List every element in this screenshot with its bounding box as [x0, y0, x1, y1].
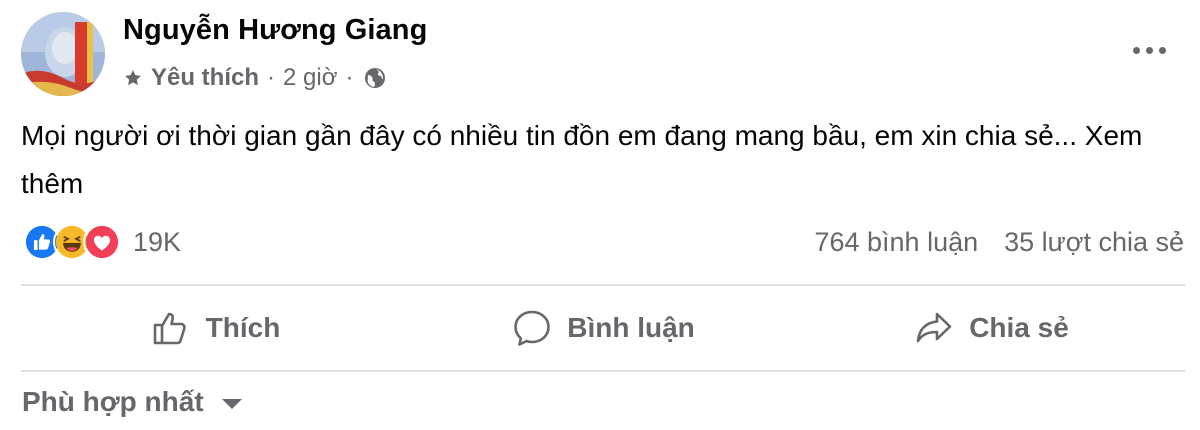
like-button[interactable]: Thích — [21, 288, 409, 368]
post-meta: Yêu thích · 2 giờ · — [123, 61, 387, 95]
meta-separator: · — [267, 64, 276, 91]
action-bar: Thích Bình luận Chia sẻ — [21, 288, 1185, 368]
star-icon — [125, 70, 141, 86]
reaction-count[interactable]: 19K — [133, 227, 181, 258]
globe-icon — [365, 68, 386, 88]
divider — [21, 284, 1185, 286]
avatar-image — [21, 12, 105, 96]
more-dot-icon — [1158, 46, 1166, 54]
comment-icon — [514, 310, 551, 346]
comment-count[interactable]: 764 bình luận — [814, 227, 978, 258]
author-name[interactable]: Nguyễn Hương Giang — [123, 14, 427, 47]
share-label: Chia sẻ — [969, 312, 1069, 343]
like-label: Thích — [205, 312, 281, 343]
audience-label[interactable]: Yêu thích — [151, 64, 259, 92]
comment-label: Bình luận — [567, 312, 695, 343]
avatar[interactable] — [21, 12, 105, 96]
sort-label: Phù hợp nhất — [22, 386, 204, 417]
post-stats: 764 bình luận 35 lượt chia sẻ — [814, 222, 1184, 262]
caret-down-icon — [221, 399, 242, 409]
comment-button[interactable]: Bình luận — [409, 288, 797, 368]
post-text: Mọi người ơi thời gian gần đây có nhiều … — [21, 112, 1181, 208]
divider — [21, 370, 1185, 372]
more-dot-icon — [1132, 46, 1140, 54]
more-options-button[interactable] — [1127, 38, 1171, 62]
share-count[interactable]: 35 lượt chia sẻ — [1004, 227, 1184, 258]
share-button[interactable]: Chia sẻ — [797, 288, 1185, 368]
post-body: Mọi người ơi thời gian gần đây có nhiều … — [21, 120, 1077, 151]
post-card: Nguyễn Hương Giang Yêu thích · 2 giờ · M… — [0, 0, 1200, 430]
comment-sort-dropdown[interactable]: Phù hợp nhất — [22, 380, 242, 424]
thumbs-up-icon — [153, 312, 186, 345]
reactions-summary[interactable]: 19K — [23, 222, 181, 262]
more-dot-icon — [1145, 46, 1153, 54]
post-time[interactable]: 2 giờ — [283, 64, 337, 92]
love-reaction-icon — [83, 223, 121, 261]
share-icon — [916, 312, 952, 343]
meta-separator: · — [345, 64, 354, 91]
